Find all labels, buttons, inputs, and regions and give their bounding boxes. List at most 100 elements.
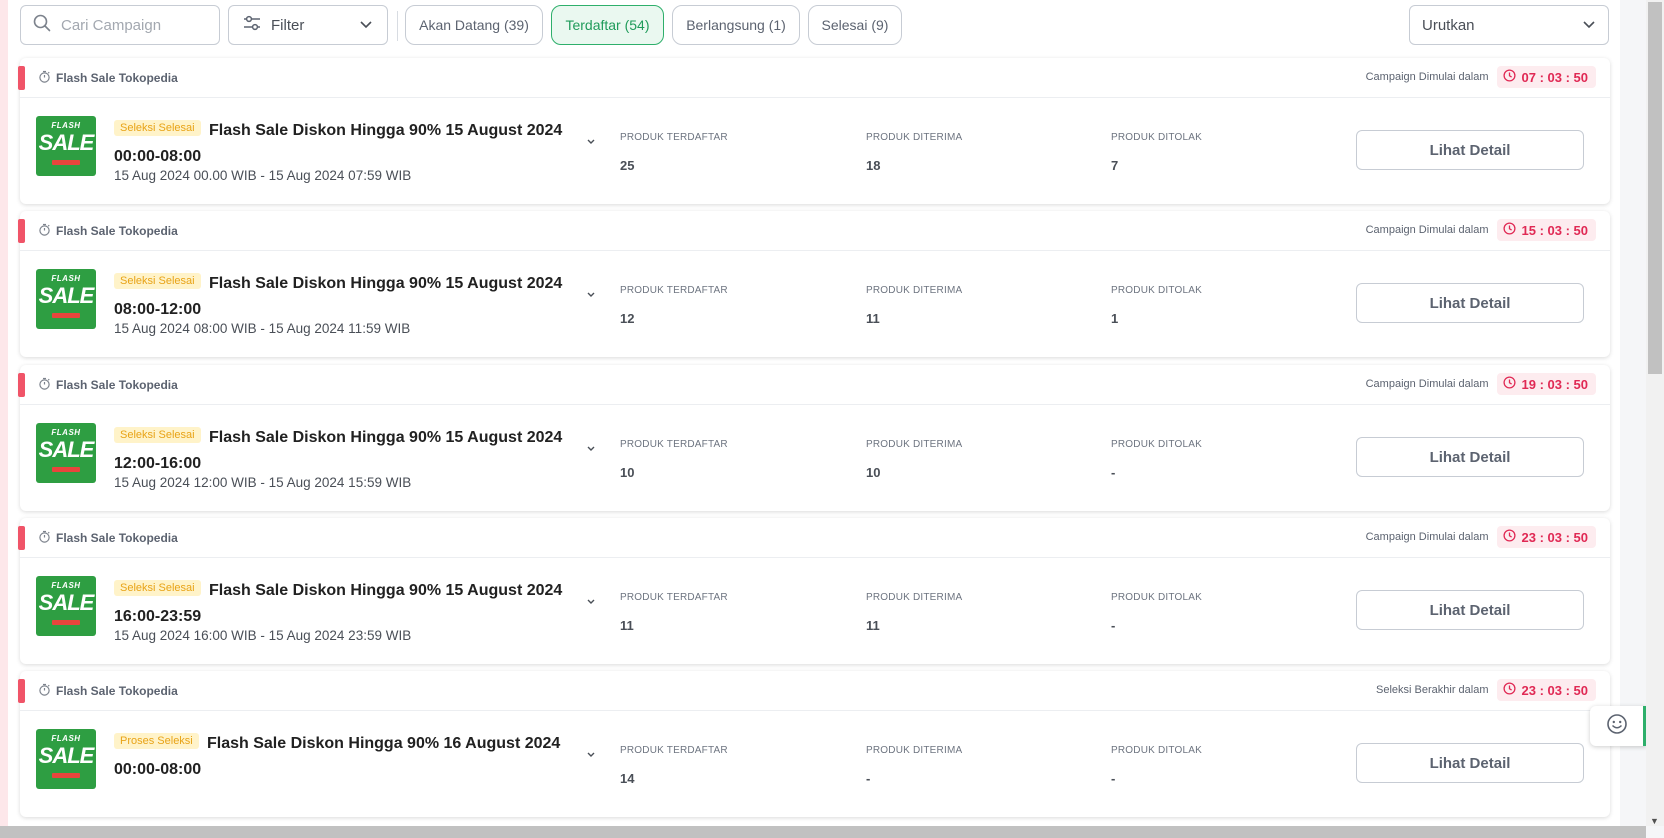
horizontal-scrollbar[interactable] xyxy=(0,826,1646,838)
thumb-main-text: SALE xyxy=(38,743,95,768)
stat-rejected: PRODUK DITOLAK 1 xyxy=(1111,285,1202,326)
countdown: Campaign Dimulai dalam 23 : 03 : 50 xyxy=(1366,526,1596,548)
flash-sale-thumbnail: FLASH SALE xyxy=(36,423,96,483)
campaign-daterange: 15 Aug 2024 00.00 WIB - 15 Aug 2024 07:5… xyxy=(114,168,412,183)
stopwatch-icon xyxy=(38,70,51,86)
tab-selesai[interactable]: Selesai (9) xyxy=(808,5,902,45)
stat-registered-header: PRODUK TERDAFTAR xyxy=(620,132,728,143)
campaign-title-text: Flash Sale Diskon Hingga 90% 15 August 2… xyxy=(114,122,563,165)
chevron-down-icon[interactable] xyxy=(584,288,598,302)
stat-accepted-value: 10 xyxy=(866,465,881,480)
sliders-icon xyxy=(243,15,261,35)
campaign-title: Flash Sale Diskon Hingga 90% 15 August 2… xyxy=(114,118,569,170)
countdown-timer: 23 : 03 : 50 xyxy=(1496,679,1596,701)
source-label: Flash Sale Tokopedia xyxy=(56,684,178,698)
stat-accepted: PRODUK DITERIMA 10 xyxy=(866,439,962,480)
campaign-title-text: Flash Sale Diskon Hingga 90% 15 August 2… xyxy=(114,582,563,625)
campaign-title: Flash Sale Diskon Hingga 90% 15 August 2… xyxy=(114,578,569,630)
card-header: Flash Sale Tokopedia Campaign Dimulai da… xyxy=(20,211,1610,251)
campaign-card: Flash Sale Tokopedia Campaign Dimulai da… xyxy=(18,211,1610,357)
toolbar-divider xyxy=(397,11,398,41)
search-box[interactable] xyxy=(20,5,220,45)
countdown-label: Campaign Dimulai dalam xyxy=(1365,378,1489,390)
source-label: Flash Sale Tokopedia xyxy=(56,378,178,392)
flash-sale-thumbnail: FLASH SALE xyxy=(36,269,96,329)
thumb-top-text: FLASH xyxy=(51,428,81,437)
thumb-top-text: FLASH xyxy=(51,734,81,743)
sort-dropdown[interactable]: Urutkan xyxy=(1409,5,1609,45)
clock-icon xyxy=(1502,529,1516,545)
search-input[interactable] xyxy=(61,16,201,34)
scrollbar-thumb[interactable] xyxy=(1648,2,1662,374)
stat-rejected-value: - xyxy=(1111,618,1116,633)
stat-registered: PRODUK TERDAFTAR 10 xyxy=(620,439,728,480)
lihat-detail-button[interactable]: Lihat Detail xyxy=(1356,283,1584,323)
chevron-down-icon[interactable] xyxy=(584,595,598,609)
stat-registered-header: PRODUK TERDAFTAR xyxy=(620,592,728,603)
chevron-down-icon[interactable] xyxy=(584,135,598,149)
stat-accepted: PRODUK DITERIMA 11 xyxy=(866,592,962,633)
feedback-button[interactable] xyxy=(1590,706,1646,746)
scroll-down-arrow-icon[interactable]: ▼ xyxy=(1650,816,1659,826)
campaign-title-text: Flash Sale Diskon Hingga 90% 15 August 2… xyxy=(114,429,563,472)
stat-rejected-header: PRODUK DITOLAK xyxy=(1111,132,1202,143)
toolbar: Filter Akan Datang (39) Terdaftar (54) B… xyxy=(20,5,1610,45)
stat-accepted-value: 18 xyxy=(866,158,881,173)
stat-registered: PRODUK TERDAFTAR 14 xyxy=(620,745,728,786)
stat-registered: PRODUK TERDAFTAR 11 xyxy=(620,592,728,633)
stat-rejected-value: - xyxy=(1111,771,1116,786)
vertical-scrollbar[interactable]: ▼ xyxy=(1646,0,1664,826)
search-icon xyxy=(33,14,51,37)
campaign-title: Flash Sale Diskon Hingga 90% 15 August 2… xyxy=(114,425,569,477)
stat-rejected-value: 1 xyxy=(1111,311,1119,326)
countdown: Seleksi Berakhir dalam 23 : 03 : 50 xyxy=(1376,679,1596,701)
thumb-top-text: FLASH xyxy=(51,581,81,590)
lihat-detail-button[interactable]: Lihat Detail xyxy=(1356,590,1584,630)
thumb-main-text: SALE xyxy=(38,437,95,462)
lihat-detail-button[interactable]: Lihat Detail xyxy=(1356,130,1584,170)
chevron-down-icon[interactable] xyxy=(584,748,598,762)
flash-sale-thumbnail: FLASH SALE xyxy=(36,116,96,176)
campaign-card: Flash Sale Tokopedia Campaign Dimulai da… xyxy=(18,58,1610,204)
stat-rejected: PRODUK DITOLAK - xyxy=(1111,439,1202,480)
stopwatch-icon xyxy=(38,377,51,393)
countdown-label: Campaign Dimulai dalam xyxy=(1365,531,1489,543)
lihat-detail-button[interactable]: Lihat Detail xyxy=(1356,743,1584,783)
thumb-main-text: SALE xyxy=(38,283,95,308)
stat-accepted: PRODUK DITERIMA - xyxy=(866,745,962,786)
countdown-value: 23 : 03 : 50 xyxy=(1521,682,1589,698)
campaign-title-text: Flash Sale Diskon Hingga 90% 15 August 2… xyxy=(114,275,563,318)
thumb-main-text: SALE xyxy=(38,590,95,615)
thumb-banner xyxy=(52,313,80,318)
card-header: Flash Sale Tokopedia Seleksi Berakhir da… xyxy=(20,671,1610,711)
stat-accepted-header: PRODUK DITERIMA xyxy=(866,285,963,296)
chevron-down-icon[interactable] xyxy=(584,442,598,456)
filter-label: Filter xyxy=(271,16,305,34)
tab-akan-datang[interactable]: Akan Datang (39) xyxy=(405,5,543,45)
filter-button[interactable]: Filter xyxy=(228,5,388,45)
tab-berlangsung[interactable]: Berlangsung (1) xyxy=(672,5,800,45)
stat-registered-value: 11 xyxy=(620,618,634,633)
clock-icon xyxy=(1502,69,1516,85)
stat-accepted-header: PRODUK DITERIMA xyxy=(866,132,963,143)
stat-registered: PRODUK TERDAFTAR 12 xyxy=(620,285,728,326)
countdown: Campaign Dimulai dalam 15 : 03 : 50 xyxy=(1366,219,1596,241)
flash-sale-thumbnail: FLASH SALE xyxy=(36,729,96,789)
campaign-source: Flash Sale Tokopedia xyxy=(38,683,178,699)
stat-rejected: PRODUK DITOLAK - xyxy=(1111,745,1202,786)
stat-rejected-header: PRODUK DITOLAK xyxy=(1111,285,1202,296)
card-header: Flash Sale Tokopedia Campaign Dimulai da… xyxy=(20,58,1610,98)
thumb-top-text: FLASH xyxy=(51,274,81,283)
flash-sale-thumbnail: FLASH SALE xyxy=(36,576,96,636)
page: Filter Akan Datang (39) Terdaftar (54) B… xyxy=(0,0,1664,838)
thumb-banner xyxy=(52,160,80,165)
countdown: Campaign Dimulai dalam 19 : 03 : 50 xyxy=(1366,373,1596,395)
stat-registered-header: PRODUK TERDAFTAR xyxy=(620,439,728,450)
tab-terdaftar[interactable]: Terdaftar (54) xyxy=(551,5,664,45)
countdown-label: Seleksi Berakhir dalam xyxy=(1376,684,1489,696)
lihat-detail-button[interactable]: Lihat Detail xyxy=(1356,437,1584,477)
countdown: Campaign Dimulai dalam 07 : 03 : 50 xyxy=(1366,66,1596,88)
countdown-label: Campaign Dimulai dalam xyxy=(1365,224,1489,236)
stat-accepted-header: PRODUK DITERIMA xyxy=(866,592,963,603)
thumb-banner xyxy=(52,620,80,625)
